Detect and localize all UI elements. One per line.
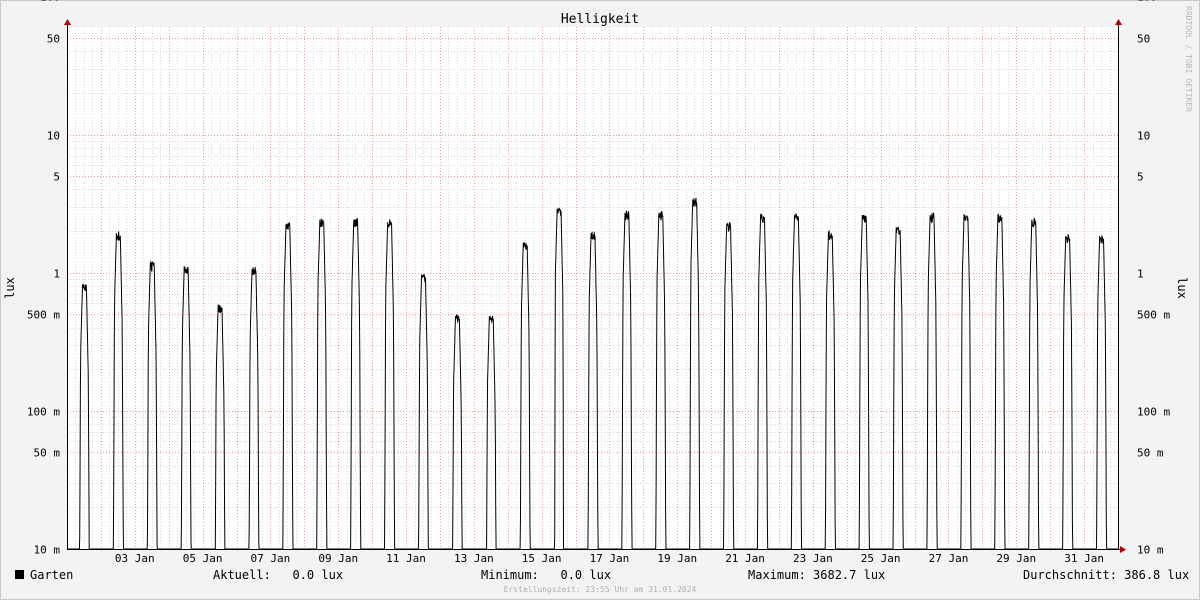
x-tick-label: 29 Jan xyxy=(996,552,1036,565)
y-axis-title-left: lux xyxy=(3,277,17,299)
y-tick-label: 100 xyxy=(1137,0,1157,4)
x-tick-label: 19 Jan xyxy=(657,552,697,565)
y-tick-label: 10 xyxy=(1137,130,1150,143)
x-tick-label: 07 Jan xyxy=(251,552,291,565)
x-tick-label: 05 Jan xyxy=(183,552,223,565)
legend-swatch-garten xyxy=(15,570,24,579)
y-axis-arrow-left xyxy=(64,19,71,25)
chart-title: Helligkeit xyxy=(561,12,639,27)
y-tick-label: 5 xyxy=(1137,171,1144,184)
legend-average: Durchschnitt: 386.8 lux xyxy=(1023,568,1190,582)
y-tick-label: 50 m xyxy=(34,447,61,460)
y-tick-label: 50 m xyxy=(1137,447,1164,460)
x-tick-label: 03 Jan xyxy=(115,552,155,565)
x-tick-label: 21 Jan xyxy=(725,552,765,565)
brightness-chart: 10 m50 m100 m500 m1510501005001 k5 k10 k… xyxy=(3,0,1189,565)
legend-minimum: Minimum: 0.0 lux xyxy=(481,568,612,582)
x-axis-arrow xyxy=(1120,546,1126,553)
y-tick-label: 500 m xyxy=(27,309,60,322)
x-tick-label: 27 Jan xyxy=(929,552,969,565)
y-axis-arrow-right xyxy=(1115,19,1122,25)
y-tick-label: 100 m xyxy=(1137,406,1170,419)
y-tick-label: 10 m xyxy=(1137,544,1164,557)
rrdtool-watermark: RRDTOOL / TOBI OETIKER xyxy=(1184,6,1193,112)
y-tick-label: 50 xyxy=(47,33,60,46)
y-axis-title-right: lux xyxy=(1175,277,1189,299)
x-tick-label: 25 Jan xyxy=(861,552,901,565)
x-axis-labels: 03 Jan 05 Jan 07 Jan 09 Jan 11 Jan 13 Jan 15 J… xyxy=(115,552,1104,565)
x-tick-label: 13 Jan xyxy=(454,552,494,565)
legend-series-label: Garten xyxy=(30,568,74,582)
x-tick-label: 15 Jan xyxy=(522,552,562,565)
x-tick-label: 11 Jan xyxy=(386,552,426,565)
y-tick-label: 1 xyxy=(1137,268,1144,281)
y-tick-label: 10 m xyxy=(34,544,61,557)
y-tick-label: 50 xyxy=(1137,33,1150,46)
y-tick-label: 100 xyxy=(40,0,60,4)
x-tick-label: 31 Jan xyxy=(1064,552,1104,565)
legend-current: Aktuell: 0.0 lux xyxy=(213,568,344,582)
y-tick-label: 1 xyxy=(53,268,60,281)
y-tick-label: 10 xyxy=(47,130,60,143)
x-tick-label: 09 Jan xyxy=(318,552,358,565)
legend-maximum: Maximum: 3682.7 lux xyxy=(748,568,886,582)
y-axis-labels-left: 10 m50 m100 m500 m1510501005001 k5 k10 k… xyxy=(27,0,60,557)
y-tick-label: 500 m xyxy=(1137,309,1170,322)
x-tick-label: 23 Jan xyxy=(793,552,833,565)
y-tick-label: 100 m xyxy=(27,406,60,419)
y-tick-label: 5 xyxy=(53,171,60,184)
x-tick-label: 17 Jan xyxy=(590,552,630,565)
y-axis-labels-right: 10 m50 m100 m500 m1510501005001 k5 k10 k… xyxy=(1137,0,1170,557)
creation-timestamp: Erstellungszeit: 23:55 Uhr am 31.01.2024 xyxy=(503,585,697,594)
